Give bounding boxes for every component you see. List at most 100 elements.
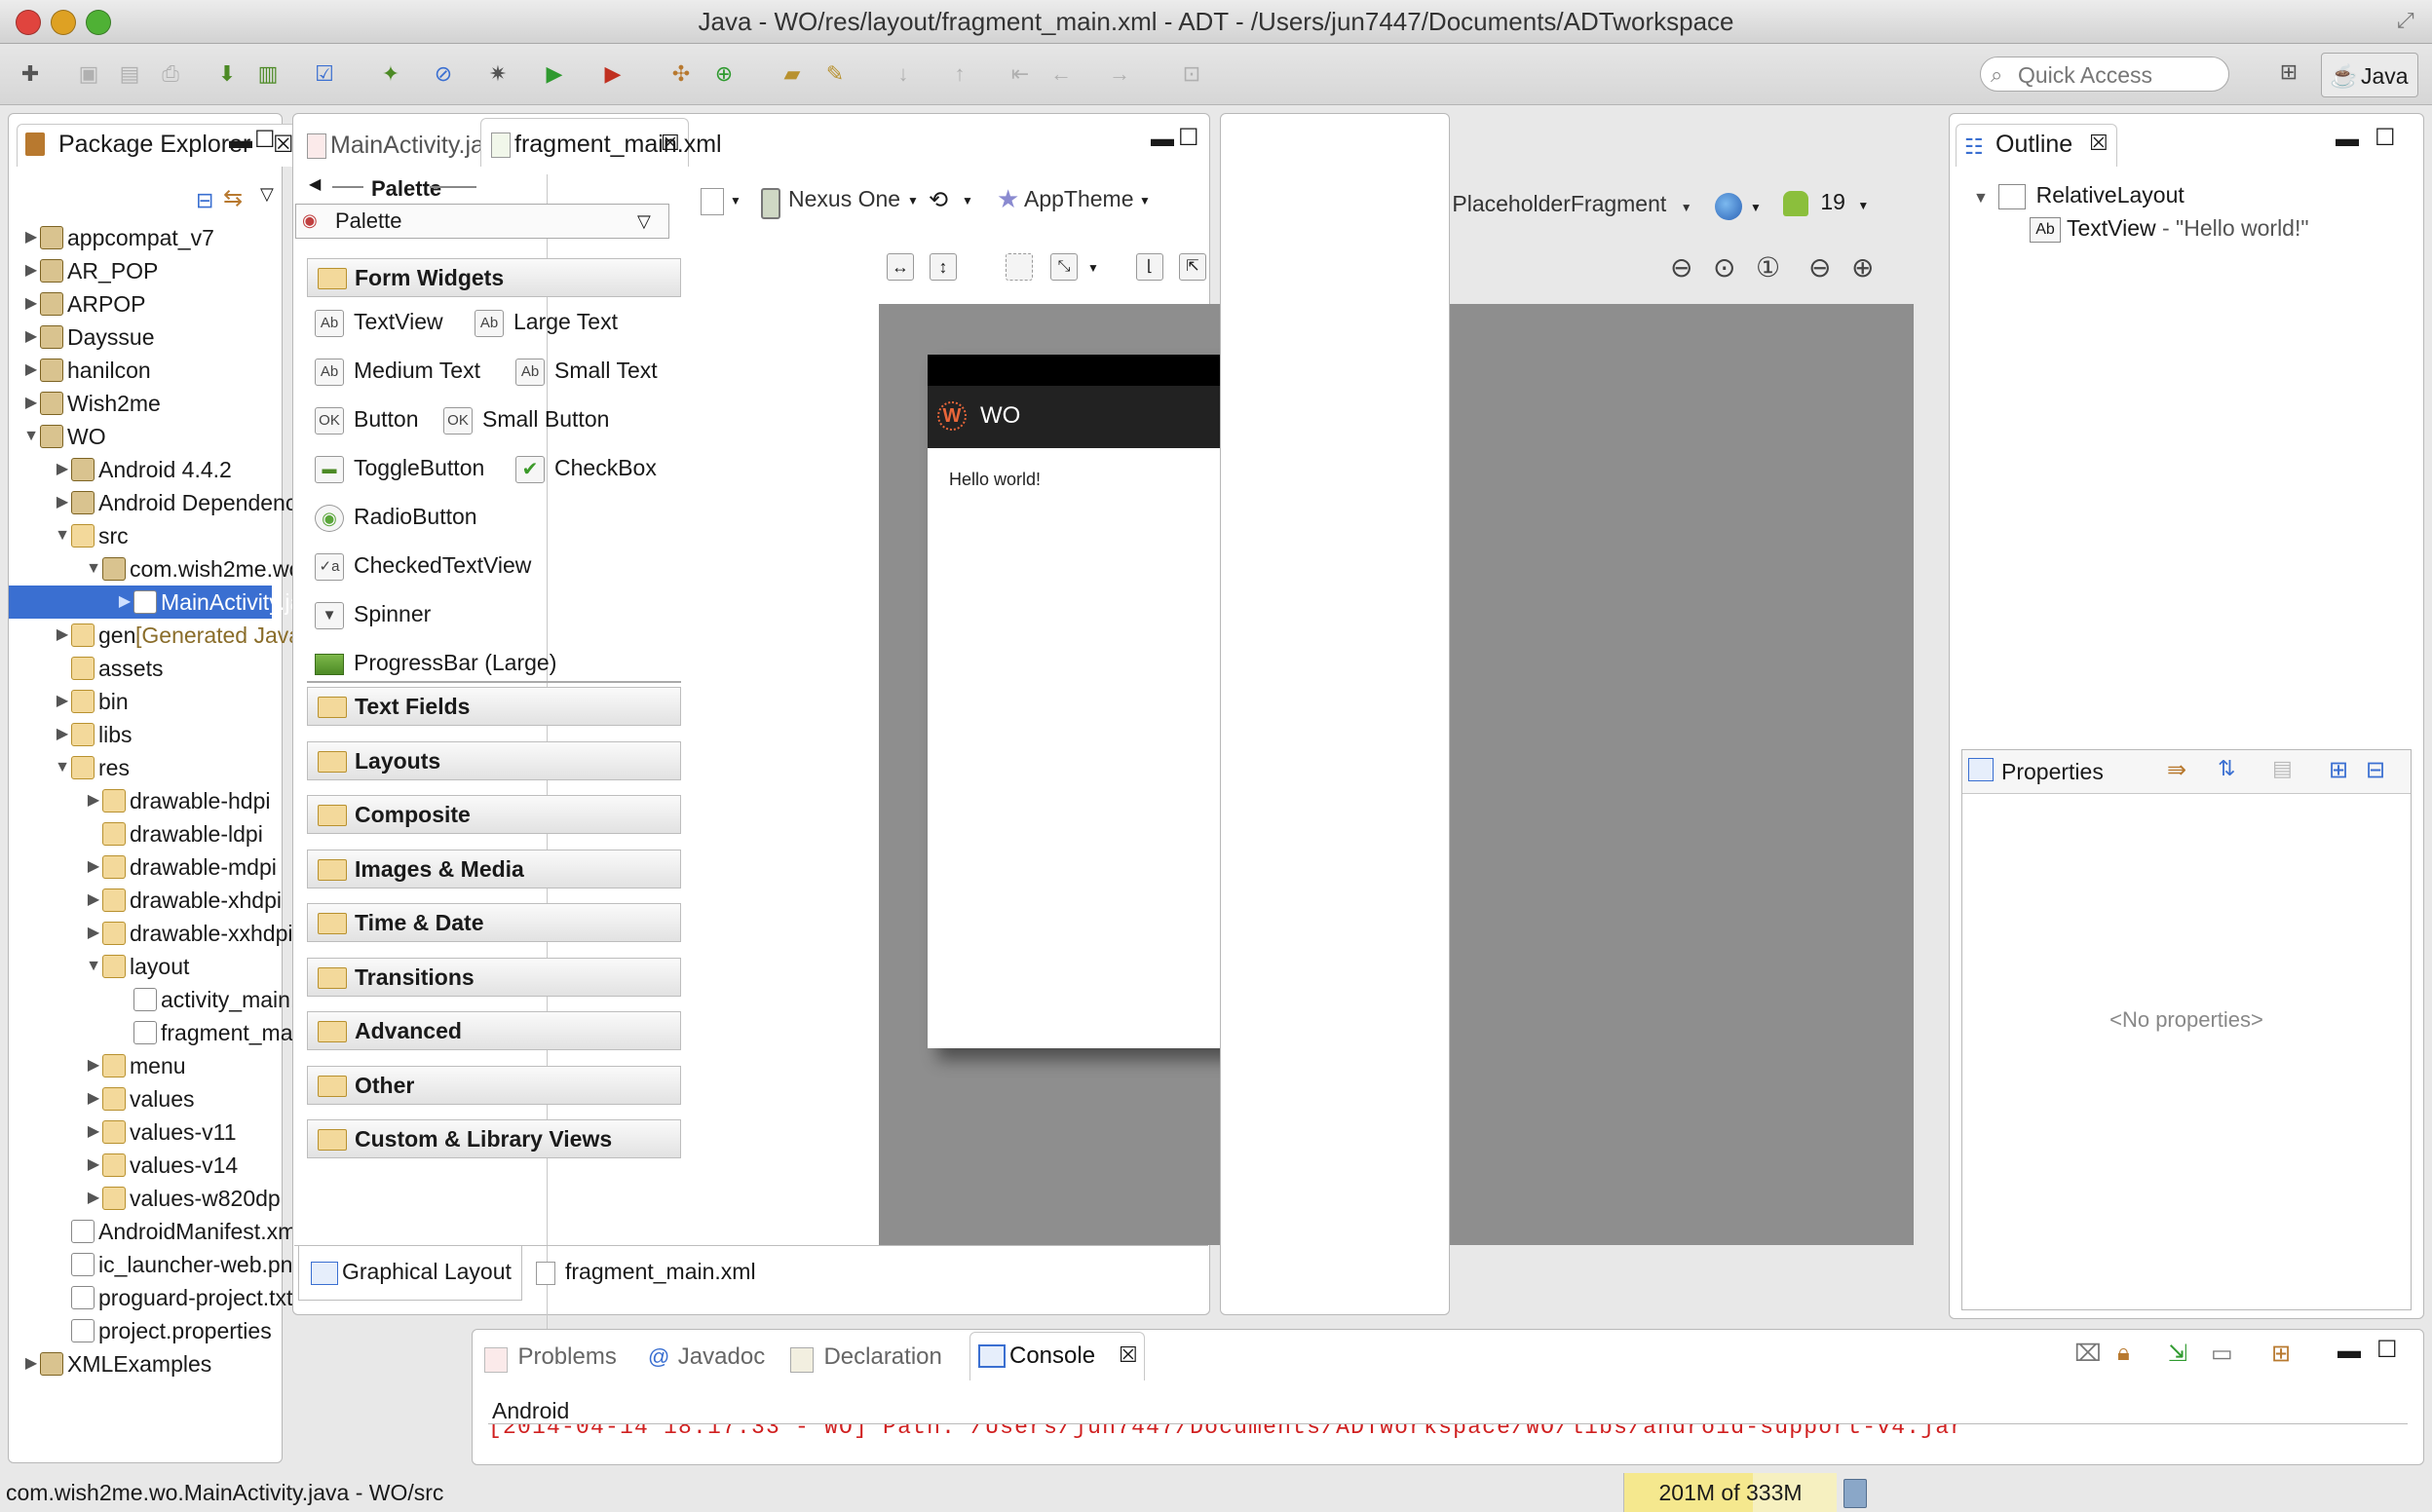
zoom-window-button[interactable] xyxy=(86,10,111,35)
margins-icon[interactable] xyxy=(1006,253,1033,281)
tab-graphical-layout[interactable]: Graphical Layout xyxy=(298,1246,522,1301)
open-type-icon[interactable]: ▰ xyxy=(776,57,809,91)
chevron-down-icon[interactable]: ▼ xyxy=(22,420,40,453)
tree-item[interactable]: ▶ Android 4.4.2 xyxy=(9,453,272,486)
close-icon[interactable]: ☒ xyxy=(273,131,294,159)
editor-minimize-icon[interactable]: ▬ xyxy=(1151,126,1174,153)
chevron-right-icon[interactable]: ▶ xyxy=(54,453,71,486)
tree-item[interactable]: ▶ drawable-hdpi xyxy=(9,784,272,817)
tab-javadoc[interactable]: @ Javadoc xyxy=(648,1338,765,1380)
editor-maximize-icon[interactable]: ☐ xyxy=(1178,124,1199,152)
palette-widget[interactable]: ✔ CheckBox xyxy=(515,453,657,483)
run-external-icon[interactable]: ▶ xyxy=(596,57,629,91)
scroll-lock-icon[interactable]: 🔒︎ xyxy=(2117,1340,2130,1367)
tree-item[interactable]: ▶ AR_POP xyxy=(9,254,272,287)
chevron-right-icon[interactable]: ▶ xyxy=(22,387,40,420)
sort-alpha-icon[interactable]: ⇅ xyxy=(2218,756,2235,781)
tab-console[interactable]: Console ☒ xyxy=(969,1332,1145,1380)
chevron-down-icon[interactable]: ▼ xyxy=(54,519,71,552)
run-icon[interactable]: ▶ xyxy=(538,57,571,91)
chevron-right-icon[interactable]: ▶ xyxy=(85,884,102,917)
hello-textview[interactable]: Hello world! xyxy=(949,470,1041,490)
show-categories-icon[interactable]: ▤ xyxy=(2272,756,2293,781)
theme-label[interactable]: AppTheme xyxy=(1024,186,1134,212)
link-with-editor-icon[interactable]: ⇆ xyxy=(223,184,243,212)
tree-item[interactable]: ▶ libs xyxy=(9,718,272,751)
collapse-all-icon[interactable]: ⊟ xyxy=(196,188,213,213)
expand-all-icon[interactable]: ⊞ xyxy=(2329,756,2348,784)
chevron-right-icon[interactable]: ▶ xyxy=(22,221,40,254)
next-annotation-icon[interactable]: ↓ xyxy=(887,57,920,91)
tree-item[interactable]: ▶ menu xyxy=(9,1049,272,1082)
console-output[interactable]: [2014-04-14 18:17:33 - WO] Path: /Users/… xyxy=(488,1424,2398,1442)
palette-category[interactable]: Time & Date xyxy=(307,903,681,942)
palette-category[interactable]: Advanced xyxy=(307,1011,681,1050)
quick-access-field[interactable]: ⌕ Quick Access xyxy=(1980,57,2229,92)
download-sdk-icon[interactable]: ⬇ xyxy=(210,57,244,91)
tree-item[interactable]: ▶ Android Dependencies xyxy=(9,486,325,519)
locale-icon[interactable] xyxy=(1715,193,1742,220)
pin-editor-icon[interactable]: ⊡ xyxy=(1175,57,1208,91)
tree-item[interactable]: fragment_main.xml xyxy=(9,1016,352,1049)
device-label[interactable]: Nexus One xyxy=(788,186,900,212)
debug-icon[interactable]: ✷ xyxy=(481,57,514,91)
new-icon[interactable]: ✚ xyxy=(14,57,47,91)
close-window-button[interactable] xyxy=(16,10,41,35)
new-java-package-icon[interactable]: ✣ xyxy=(665,57,698,91)
palette-widget[interactable]: Ab Large Text xyxy=(475,307,618,337)
tree-item[interactable]: ▶ values-v11 xyxy=(9,1115,272,1149)
chevron-right-icon[interactable]: ▶ xyxy=(85,850,102,884)
chevron-right-icon[interactable]: ▶ xyxy=(85,1115,102,1149)
maximize-icon[interactable]: ☐ xyxy=(254,126,276,154)
fullscreen-icon[interactable]: ⤢ xyxy=(2397,8,2414,33)
palette-category[interactable]: Transitions xyxy=(307,957,681,997)
tab-xml-source[interactable]: fragment_main.xml xyxy=(528,1246,781,1301)
chevron-down-icon[interactable]: ▼ xyxy=(85,552,102,586)
tree-item[interactable]: ▶ MainActivity.java xyxy=(9,586,326,619)
chevron-right-icon[interactable]: ▶ xyxy=(22,321,40,354)
close-tab-icon[interactable]: ☒ xyxy=(661,131,680,156)
palette-widget[interactable]: Ab Medium Text xyxy=(315,356,480,386)
toggle-fill-width-icon[interactable]: ↔ xyxy=(887,253,914,281)
forward-icon[interactable]: → xyxy=(1103,57,1136,91)
align-left-icon[interactable]: ⌊ xyxy=(1136,253,1163,281)
tree-item[interactable]: ▶ values-w820dp xyxy=(9,1182,281,1215)
collapse-all-icon[interactable]: ⊟ xyxy=(2366,756,2385,784)
tree-item[interactable]: ▼ src xyxy=(9,519,272,552)
chevron-right-icon[interactable]: ▶ xyxy=(22,287,40,321)
palette-collapse-icon[interactable]: ◀ xyxy=(309,174,321,194)
tree-item[interactable]: ▶ appcompat_v7 xyxy=(9,221,272,254)
maximize-icon[interactable]: ☐ xyxy=(2376,1336,2398,1364)
save-icon[interactable]: ▣ xyxy=(72,57,105,91)
palette-widget[interactable]: Ab TextView xyxy=(315,307,443,337)
config-chooser-icon[interactable] xyxy=(701,188,724,215)
print-icon[interactable]: ⎙ xyxy=(154,57,187,91)
lint-check-icon[interactable]: ☑ xyxy=(308,57,341,91)
zoom-one-icon[interactable]: ① xyxy=(1756,251,1780,284)
skip-breakpoints-icon[interactable]: ⊘ xyxy=(427,57,460,91)
chevron-right-icon[interactable]: ▶ xyxy=(85,1182,102,1215)
chevron-right-icon[interactable]: ▶ xyxy=(22,354,40,387)
tree-item[interactable]: ▶ drawable-xhdpi xyxy=(9,884,282,917)
clear-console-icon[interactable]: ⌧ xyxy=(2074,1340,2102,1368)
tree-item[interactable]: ▼ com.wish2me.wo xyxy=(9,552,301,586)
chevron-right-icon[interactable]: ▶ xyxy=(116,586,133,619)
tree-item[interactable]: ▶ ARPOP xyxy=(9,287,272,321)
chevron-right-icon[interactable]: ▶ xyxy=(85,784,102,817)
minimize-icon[interactable]: ▬ xyxy=(2336,126,2359,153)
category-form-widgets[interactable]: Form Widgets xyxy=(307,258,681,297)
tree-item[interactable]: ic_launcher-web.png xyxy=(9,1248,305,1281)
tab-declaration[interactable]: Declaration xyxy=(790,1338,942,1380)
new-android-project-icon[interactable]: ✦ xyxy=(374,57,407,91)
heap-status[interactable]: 201M of 333M xyxy=(1623,1473,1837,1512)
palette-widget[interactable]: Ab Small Text xyxy=(515,356,658,386)
tree-item[interactable]: ▶ drawable-mdpi xyxy=(9,850,277,884)
tree-item[interactable]: AndroidManifest.xml xyxy=(9,1215,301,1248)
trash-icon[interactable] xyxy=(1843,1479,1867,1508)
layout-params-icon[interactable]: ⇱ xyxy=(1179,253,1206,281)
tree-item[interactable]: ▶ Dayssue xyxy=(9,321,272,354)
tree-item[interactable]: ▶ gen [Generated Java Files] xyxy=(9,619,361,652)
palette-widget[interactable]: ▼ Spinner xyxy=(315,599,431,629)
orientation-icon[interactable]: ⟲ xyxy=(929,186,948,214)
close-icon[interactable]: ☒ xyxy=(1119,1342,1138,1368)
